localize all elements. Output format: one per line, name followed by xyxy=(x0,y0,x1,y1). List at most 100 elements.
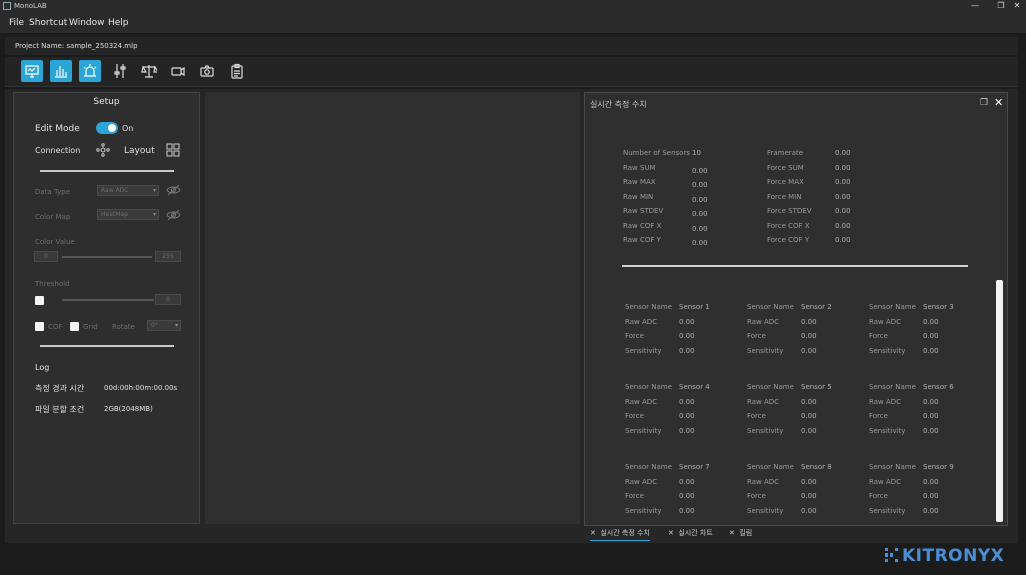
summary-label: Framerate xyxy=(767,149,804,157)
sensor-field-label: Sensitivity xyxy=(625,426,662,435)
color-map-select[interactable]: HeatMap xyxy=(97,209,159,220)
sensor-value: 0.00 xyxy=(679,317,695,326)
separator xyxy=(40,170,174,172)
grid-label: Grid xyxy=(83,323,98,331)
sliders-tool[interactable] xyxy=(109,60,131,82)
summary-label: Raw COF Y xyxy=(623,236,661,244)
sensor-value: 0.00 xyxy=(679,506,695,515)
project-name: Project Name: sample_250324.mlp xyxy=(15,42,138,50)
sensor-field-label: Force xyxy=(869,412,888,420)
summary-value: 0.00 xyxy=(692,195,708,204)
close-window-button[interactable]: ✕ xyxy=(1010,0,1024,12)
connection-icon[interactable] xyxy=(96,143,110,157)
clipboard-tool[interactable] xyxy=(226,60,248,82)
bar-chart-tool[interactable] xyxy=(50,60,72,82)
sensor-value: 0.00 xyxy=(801,492,817,500)
edit-mode-toggle[interactable] xyxy=(96,122,118,134)
sensor-field-label: Raw ADC xyxy=(869,397,902,406)
camera-tool[interactable] xyxy=(196,60,218,82)
eye-off-icon[interactable] xyxy=(166,209,181,221)
sensor-name: Sensor 5 xyxy=(801,383,832,391)
summary-label: Raw MIN xyxy=(623,192,654,201)
layout-label: Layout xyxy=(124,146,155,156)
sensor-value: 0.00 xyxy=(923,332,939,340)
close-tab-icon[interactable]: ✕ xyxy=(729,529,735,537)
sensor-value: 0.00 xyxy=(923,426,939,435)
tab-realtime-chart[interactable]: ✕ 실시간 차트 xyxy=(668,527,713,541)
close-tab-icon[interactable]: ✕ xyxy=(590,529,596,537)
sensor-field-label: Sensor Name xyxy=(625,303,672,311)
threshold-input[interactable]: 0 xyxy=(155,294,181,305)
menu-shortcut[interactable]: Shortcut xyxy=(29,12,67,34)
sensor-field-label: Sensor Name xyxy=(747,303,794,311)
cof-label: COF xyxy=(48,323,63,331)
menu-window[interactable]: Window xyxy=(69,12,105,34)
balance-tool[interactable] xyxy=(138,60,160,82)
sensor-value: 0.00 xyxy=(923,492,939,500)
color-range-slider[interactable] xyxy=(62,256,152,258)
cof-checkbox[interactable] xyxy=(35,322,44,331)
summary-value: 0.00 xyxy=(692,181,708,189)
sensor-field-label: Sensor Name xyxy=(869,383,916,391)
menu-file[interactable]: File xyxy=(9,12,24,34)
close-tab-icon[interactable]: ✕ xyxy=(668,529,674,537)
setup-title: Setup xyxy=(93,97,120,107)
sensor-field-label: Force xyxy=(869,492,888,500)
threshold-slider[interactable] xyxy=(62,299,154,301)
undock-icon[interactable]: ❐ xyxy=(980,98,988,108)
summary-value: 0.00 xyxy=(835,221,851,230)
summary-label: Force SUM xyxy=(767,163,804,172)
log-label: Log xyxy=(35,363,50,372)
restore-button[interactable]: ❐ xyxy=(994,0,1008,12)
sensor-field-label: Sensitivity xyxy=(625,506,662,515)
window-title: MonoLAB xyxy=(14,2,47,10)
threshold-checkbox[interactable] xyxy=(35,296,44,305)
minimize-button[interactable]: — xyxy=(968,0,982,12)
layout-grid-icon[interactable] xyxy=(166,143,180,157)
eye-off-icon[interactable] xyxy=(166,184,181,196)
separator xyxy=(40,345,174,347)
split-value: 2GB(2048MB) xyxy=(104,405,153,413)
grid-checkbox[interactable] xyxy=(70,322,79,331)
sensor-field-label: Force xyxy=(747,492,766,500)
data-type-label: Data Type xyxy=(35,188,71,196)
close-panel-icon[interactable]: ✕ xyxy=(994,96,1003,109)
summary-label: Force MAX xyxy=(767,178,804,186)
summary-label: Raw COF X xyxy=(623,221,662,230)
summary-label: Raw STDEV xyxy=(623,207,664,215)
sensor-value: 0.00 xyxy=(679,426,695,435)
color-value-label: Color Value xyxy=(35,238,75,246)
scrollbar[interactable] xyxy=(996,280,1003,522)
brand-name: KITRONYX xyxy=(902,546,1005,566)
color-max-input[interactable]: 255 xyxy=(155,251,181,262)
summary-label: Force COF X xyxy=(767,221,810,230)
sensor-name: Sensor 8 xyxy=(801,463,832,471)
sensor-field-label: Sensor Name xyxy=(869,303,916,311)
sensor-field-label: Raw ADC xyxy=(625,397,658,406)
clipboard-icon xyxy=(231,63,243,79)
menu-help[interactable]: Help xyxy=(108,12,129,34)
summary-value: 0.00 xyxy=(692,210,708,218)
balance-scale-icon xyxy=(141,65,157,78)
rotate-select[interactable]: 0° xyxy=(147,320,181,331)
sensor-value: 0.00 xyxy=(679,332,695,340)
tab-realtime-values[interactable]: ✕ 실시간 측정 수치 xyxy=(590,527,650,541)
sensor-field-label: Sensor Name xyxy=(625,463,672,471)
sensor-field-label: Sensor Name xyxy=(747,463,794,471)
summary-value: 0.00 xyxy=(835,192,851,201)
monitor-tool[interactable] xyxy=(21,60,43,82)
project-bar: Project Name: sample_250324.mlp xyxy=(5,37,1018,55)
video-tool[interactable] xyxy=(167,60,189,82)
sensor-value: 0.00 xyxy=(801,477,817,486)
color-min-input[interactable]: 0 xyxy=(34,251,58,262)
data-type-select[interactable]: Raw ADC xyxy=(97,185,159,196)
alarm-icon xyxy=(83,64,97,77)
title-bar: MonoLAB — ❐ ✕ xyxy=(0,0,1026,12)
tab-other[interactable]: ✕ 킬림 xyxy=(729,527,752,541)
alarm-tool[interactable] xyxy=(79,60,101,82)
summary-value: 0.00 xyxy=(835,236,851,244)
sensor-field-label: Sensitivity xyxy=(747,506,784,515)
sensor-name: Sensor 1 xyxy=(679,303,710,311)
sliders-icon xyxy=(114,64,126,78)
sensor-value: 0.00 xyxy=(801,412,817,420)
